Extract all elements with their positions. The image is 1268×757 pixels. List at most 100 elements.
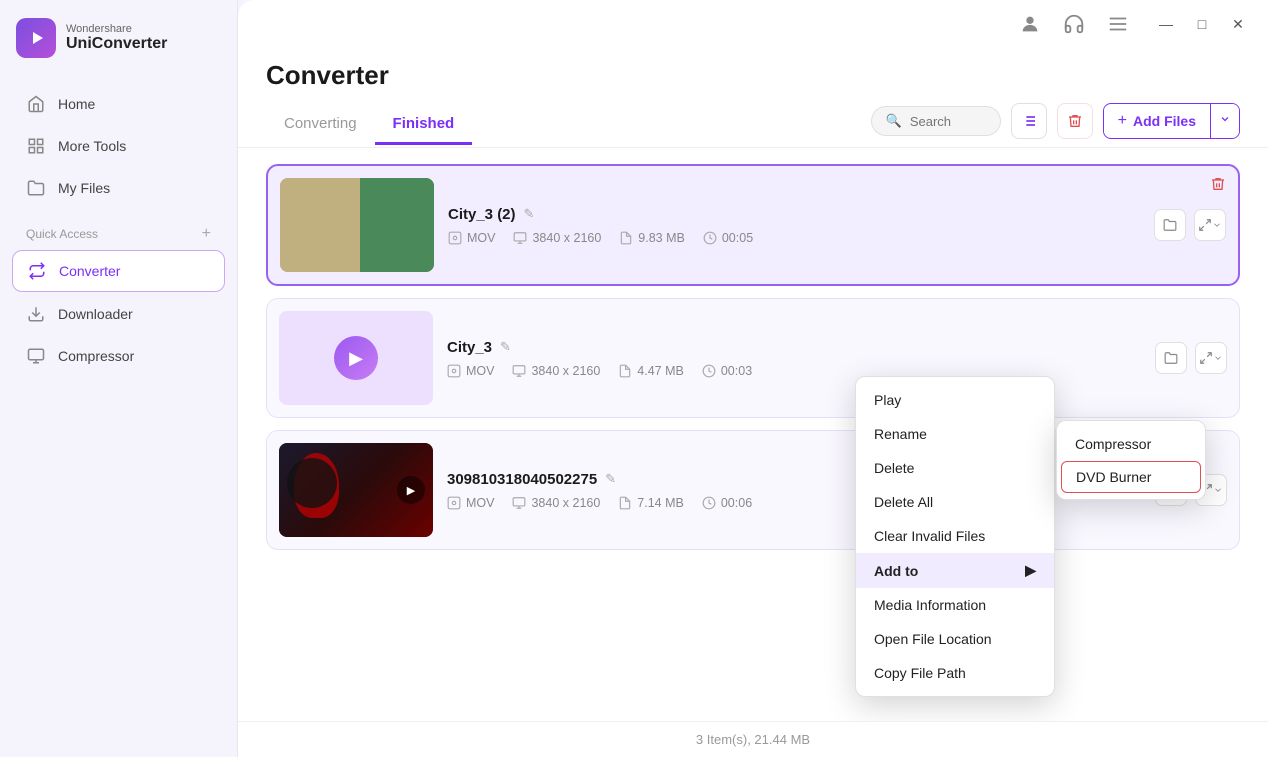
sidebar-item-home[interactable]: Home xyxy=(12,84,225,124)
ctx-media-info[interactable]: Media Information xyxy=(856,588,1054,622)
delete-all-button[interactable] xyxy=(1057,103,1093,139)
logo-text: Wondershare UniConverter xyxy=(66,23,167,53)
submenu: Compressor DVD Burner xyxy=(1056,420,1206,500)
sidebar-nav: Home More Tools My Files xyxy=(0,76,237,216)
plus-icon: + xyxy=(1118,112,1127,130)
meta-format-city3: MOV xyxy=(447,364,494,378)
file-thumb-city3-2: ▶ xyxy=(280,178,434,272)
play-circle-city3: ▶ xyxy=(334,336,378,380)
sidebar-item-downloader[interactable]: Downloader xyxy=(12,294,225,334)
sidebar-item-converter[interactable]: Converter xyxy=(12,250,225,292)
submenu-dvd-burner[interactable]: DVD Burner xyxy=(1061,461,1201,493)
ctx-delete[interactable]: Delete xyxy=(856,451,1054,485)
submenu-compressor[interactable]: Compressor xyxy=(1057,427,1205,461)
app-logo-icon xyxy=(16,18,56,58)
list-view-button[interactable] xyxy=(1011,103,1047,139)
quick-access-add-btn[interactable]: + xyxy=(202,226,211,242)
minimize-button[interactable]: — xyxy=(1152,10,1180,38)
more-actions-btn-city3[interactable] xyxy=(1195,342,1227,374)
main-content: — □ ✕ Converter Converting Finished 🔍 xyxy=(238,0,1268,757)
add-files-label: Add Files xyxy=(1133,113,1196,129)
meta-resolution-longid: 3840 x 2160 xyxy=(512,496,600,510)
ctx-clear-invalid[interactable]: Clear Invalid Files xyxy=(856,519,1054,553)
file-list: ▶ City_3 (2) ✎ MOV 3840 x 2160 xyxy=(238,148,1268,721)
ctx-open-location[interactable]: Open File Location xyxy=(856,622,1054,656)
file-info-city3-2: City_3 (2) ✎ MOV 3840 x 2160 9.83 MB xyxy=(448,206,1140,245)
header-bar: — □ ✕ xyxy=(238,0,1268,48)
add-files-button[interactable]: + Add Files xyxy=(1103,103,1240,139)
maximize-button[interactable]: □ xyxy=(1188,10,1216,38)
toolbar: 🔍 + Add Files xyxy=(871,103,1240,139)
meta-resolution-city3-2: 3840 x 2160 xyxy=(513,231,601,245)
search-input[interactable] xyxy=(910,114,990,129)
search-box[interactable]: 🔍 xyxy=(871,106,1001,136)
file-name-city3: City_3 xyxy=(447,339,492,356)
sidebar-item-compressor[interactable]: Compressor xyxy=(12,336,225,376)
page-title-area: Converter xyxy=(238,48,1268,103)
page-title: Converter xyxy=(266,60,1240,91)
header-icons xyxy=(1016,10,1132,38)
sidebar-item-downloader-label: Downloader xyxy=(58,306,133,322)
sidebar-item-my-files[interactable]: My Files xyxy=(12,168,225,208)
open-folder-btn-city3[interactable] xyxy=(1155,342,1187,374)
quick-access-header: Quick Access + xyxy=(0,216,237,246)
home-icon xyxy=(26,94,46,114)
submenu-arrow-icon: ▶ xyxy=(1025,562,1036,579)
file-name-longid: 309810318040502275 xyxy=(447,471,597,488)
add-files-dropdown-button[interactable] xyxy=(1210,104,1239,138)
file-name-row-city3: City_3 ✎ xyxy=(447,339,1141,356)
file-thumb-longid: ▶ xyxy=(279,443,433,537)
ctx-delete-all[interactable]: Delete All xyxy=(856,485,1054,519)
edit-icon-city3-2[interactable]: ✎ xyxy=(524,206,535,222)
file-name-row-city3-2: City_3 (2) ✎ xyxy=(448,206,1140,223)
status-bar: 3 Item(s), 21.44 MB xyxy=(238,721,1268,757)
grid-icon xyxy=(26,136,46,156)
sidebar-item-more-tools-label: More Tools xyxy=(58,138,126,154)
ctx-play[interactable]: Play xyxy=(856,383,1054,417)
meta-resolution-city3: 3840 x 2160 xyxy=(512,364,600,378)
window-controls: — □ ✕ xyxy=(1152,10,1252,38)
edit-icon-city3[interactable]: ✎ xyxy=(500,339,511,355)
file-actions-city3 xyxy=(1155,342,1227,374)
meta-duration-city3-2: 00:05 xyxy=(703,231,753,245)
file-item-city3[interactable]: ▶ City_3 ✎ MOV 3840 x 2160 xyxy=(266,298,1240,418)
file-name-city3-2: City_3 (2) xyxy=(448,206,516,223)
ctx-rename[interactable]: Rename xyxy=(856,417,1054,451)
compress-icon xyxy=(26,346,46,366)
sidebar-item-converter-label: Converter xyxy=(59,263,120,279)
tab-finished[interactable]: Finished xyxy=(375,105,473,145)
sidebar-item-home-label: Home xyxy=(58,96,95,112)
meta-duration-longid: 00:06 xyxy=(702,496,752,510)
folder-icon xyxy=(26,178,46,198)
ctx-copy-path[interactable]: Copy File Path xyxy=(856,656,1054,690)
meta-format-longid: MOV xyxy=(447,496,494,510)
logo-name: UniConverter xyxy=(66,35,167,53)
file-info-city3: City_3 ✎ MOV 3840 x 2160 4.47 MB xyxy=(447,339,1141,378)
user-avatar-icon[interactable] xyxy=(1016,10,1044,38)
meta-size-city3: 4.47 MB xyxy=(618,364,684,378)
delete-btn-city3-2[interactable] xyxy=(1210,176,1226,197)
file-thumb-city3: ▶ xyxy=(279,311,433,405)
tabs-toolbar: Converting Finished 🔍 + Add Files xyxy=(238,103,1268,148)
sidebar-quick-nav: Converter Downloader Compressor xyxy=(0,246,237,384)
play-overlay-city3-2: ▶ xyxy=(398,211,426,239)
sidebar-item-compressor-label: Compressor xyxy=(58,348,134,364)
add-files-main: + Add Files xyxy=(1104,106,1210,136)
sidebar: Wondershare UniConverter Home More Tools… xyxy=(0,0,238,757)
ctx-add-to[interactable]: Add to ▶ xyxy=(856,553,1054,588)
close-button[interactable]: ✕ xyxy=(1224,10,1252,38)
menu-icon[interactable] xyxy=(1104,10,1132,38)
edit-icon-longid[interactable]: ✎ xyxy=(605,471,616,487)
file-item-city3-2[interactable]: ▶ City_3 (2) ✎ MOV 3840 x 2160 xyxy=(266,164,1240,286)
meta-size-longid: 7.14 MB xyxy=(618,496,684,510)
logo-brand: Wondershare xyxy=(66,23,167,35)
headset-icon[interactable] xyxy=(1060,10,1088,38)
open-folder-btn-city3-2[interactable] xyxy=(1154,209,1186,241)
sidebar-item-my-files-label: My Files xyxy=(58,180,110,196)
sidebar-item-more-tools[interactable]: More Tools xyxy=(12,126,225,166)
tabs: Converting Finished xyxy=(266,105,871,145)
search-icon: 🔍 xyxy=(886,113,902,129)
more-actions-btn-city3-2[interactable] xyxy=(1194,209,1226,241)
play-overlay-longid: ▶ xyxy=(397,476,425,504)
tab-converting[interactable]: Converting xyxy=(266,105,375,145)
